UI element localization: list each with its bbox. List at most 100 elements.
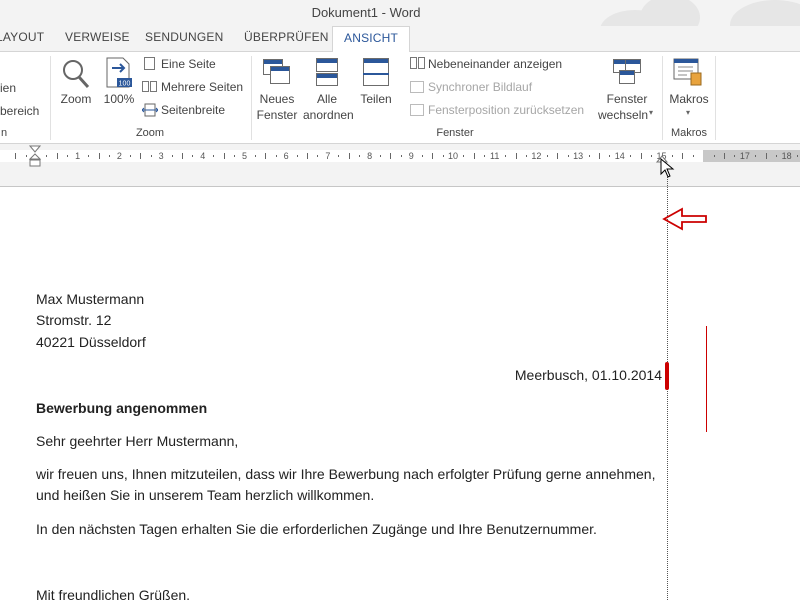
new-window-label-1: Neues: [259, 92, 295, 106]
ruler-number: 7: [325, 151, 331, 161]
ruler-tick: [296, 155, 298, 157]
ribbon: ien bereich n Zoom 100 100% Eine Seite M…: [0, 52, 800, 144]
ruler-tick: [88, 155, 90, 157]
ruler-tick: [15, 153, 17, 159]
annotation-marker: [665, 362, 669, 390]
ruler-tick: [338, 155, 340, 157]
side-by-side-label: Nebeneinander anzeigen: [428, 57, 563, 71]
tab-layout[interactable]: LAYOUT: [0, 30, 44, 44]
document-page[interactable]: Max Mustermann Stromstr. 12 40221 Düssel…: [0, 187, 800, 600]
ruler-number: 5: [241, 151, 248, 161]
macros-label: Makros: [669, 92, 709, 106]
ruler-tick: [254, 155, 256, 157]
ruler-tick: [505, 155, 507, 157]
group-separator: [662, 56, 663, 140]
ruler-number: 6: [283, 151, 289, 161]
ruler-tick: [400, 155, 402, 157]
ruler-tick: [525, 155, 527, 157]
ruler-tick: [588, 155, 590, 157]
ruler-tick: [213, 155, 215, 157]
ruler-tick: [171, 155, 173, 157]
group-separator: [50, 56, 51, 140]
ruler-tick: [275, 155, 277, 157]
ruler-number: 4: [200, 151, 206, 161]
ruler-tick: [765, 153, 767, 159]
ruler-tick: [307, 153, 309, 159]
ruler-tick: [442, 155, 444, 157]
zoom-100-label: 100%: [103, 92, 135, 106]
ruler-tick: [129, 155, 131, 157]
ruler-number: 12: [531, 151, 542, 161]
ruler-number: 9: [408, 151, 414, 161]
arrange-all-label-1: Alle: [316, 92, 337, 106]
ruler-tick: [380, 155, 382, 157]
annotation-line: [706, 326, 707, 432]
zoom-group-label: Zoom: [135, 127, 165, 139]
ruler-tick: [713, 155, 715, 157]
magnifier-icon: [63, 60, 90, 89]
ruler-tick: [108, 155, 110, 157]
chevron-down-icon: ▾: [649, 108, 654, 117]
ruler-tick: [192, 155, 194, 157]
ruler-tick: [682, 153, 684, 159]
mouse-cursor-icon: [660, 158, 675, 178]
tab-verweise[interactable]: VERWEISE: [65, 30, 130, 44]
reset-position-label: Fensterposition zurücksetzen: [428, 103, 585, 117]
ruler-tick: [56, 153, 58, 159]
sync-scroll-icon: [410, 81, 424, 93]
ruler-tick: [317, 155, 319, 157]
ruler-number: 10: [447, 151, 459, 161]
tab-sendungen[interactable]: SENDUNGEN: [145, 30, 223, 44]
ruler-number: 2: [116, 151, 122, 161]
sync-scroll-label: Synchroner Bildlauf: [428, 80, 533, 94]
ruler-area: 11234567891011121314151718: [0, 144, 800, 187]
window-group-label: Fenster: [436, 127, 474, 139]
ruler-tick: [432, 153, 434, 159]
paragraph-1-line-1: wir freuen uns, Ihnen mitzuteilen, dass …: [36, 466, 656, 482]
one-page-icon: [144, 57, 155, 70]
reset-position-icon: [410, 104, 424, 116]
tab-ueberpruefen[interactable]: ÜBERPRÜFEN: [244, 30, 329, 44]
ruler-tick: [67, 155, 69, 157]
ruler-tick: [181, 153, 183, 159]
ruler-tick: [546, 155, 548, 157]
ruler-tick: [140, 153, 142, 159]
ruler-tick: [359, 155, 361, 157]
split-label: Teilen: [360, 92, 392, 106]
closing: Mit freundlichen Grüßen,: [36, 587, 191, 600]
sender-city: 40221 Düsseldorf: [36, 334, 146, 350]
ruler-tick: [46, 155, 48, 157]
ruler-tick: [630, 155, 632, 157]
ruler-tick: [557, 153, 559, 159]
ruler-tick: [265, 153, 267, 159]
ruler-number: 3: [158, 151, 164, 161]
chevron-down-icon: ▾: [686, 108, 691, 117]
ruler-tick: [640, 153, 642, 159]
ruler-number: 14: [614, 151, 625, 161]
indent-marker-icon[interactable]: [29, 145, 41, 169]
letter-subject: Bewerbung angenommen: [36, 400, 208, 416]
switch-window-label-1: Fenster: [606, 92, 648, 106]
sender-street: Stromstr. 12: [36, 312, 112, 328]
partial-group-label: n: [0, 127, 8, 139]
partial-command-1[interactable]: ien: [0, 81, 16, 95]
ruler-tick: [390, 153, 392, 159]
page-100-icon: 100: [106, 57, 132, 88]
ruler-number: 8: [367, 151, 373, 161]
macros-group-label: Makros: [670, 127, 708, 139]
ruler-number: 13: [573, 151, 584, 161]
ruler-number: 11: [490, 151, 500, 161]
partial-command-2[interactable]: bereich: [0, 104, 39, 118]
ruler-tick: [484, 155, 486, 157]
multiple-pages-label: Mehrere Seiten: [161, 80, 244, 94]
ruler-tick: [98, 153, 100, 159]
one-page-label: Eine Seite: [161, 57, 216, 71]
tab-ansicht[interactable]: ANSICHT: [332, 26, 411, 53]
ruler-tick: [25, 155, 27, 157]
ruler-tick: [598, 153, 600, 159]
split-icon: [363, 58, 389, 86]
ruler-tick: [463, 155, 465, 157]
horizontal-ruler[interactable]: 11234567891011121314151718: [0, 148, 800, 164]
side-by-side-icon: [410, 57, 417, 69]
ribbon-tabs: LAYOUT VERWEISE SENDUNGEN ÜBERPRÜFEN ANS…: [0, 26, 800, 53]
